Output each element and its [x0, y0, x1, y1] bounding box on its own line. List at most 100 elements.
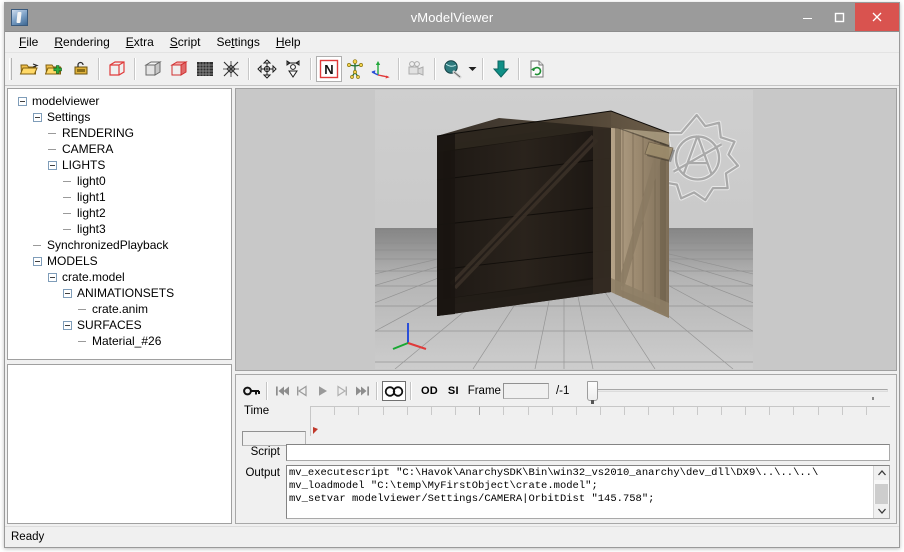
wireframe-overlay-button[interactable] — [218, 56, 244, 82]
output-scrollbar[interactable] — [873, 466, 889, 518]
3d-viewport[interactable] — [375, 90, 753, 369]
properties-panel[interactable] — [7, 364, 232, 524]
tree-collapse-toggle[interactable] — [48, 161, 57, 170]
timeline-tick — [479, 407, 503, 415]
scroll-thumb[interactable] — [875, 484, 888, 504]
tree-collapse-toggle[interactable] — [18, 97, 27, 106]
chevron-up-icon — [878, 470, 886, 476]
crate-model — [437, 111, 675, 318]
tree-collapse-toggle[interactable] — [63, 321, 72, 330]
timeline-tick — [358, 407, 382, 415]
green-down-arrow-icon — [491, 59, 511, 79]
toolbar-grip[interactable] — [9, 58, 12, 80]
menu-file[interactable]: File — [11, 33, 46, 51]
tree-node-label: light1 — [75, 189, 108, 205]
next-frame-button[interactable] — [332, 381, 352, 401]
timeline-slider[interactable] — [583, 380, 890, 402]
window-title: vModelViewer — [5, 10, 899, 25]
maximize-button[interactable] — [823, 3, 855, 31]
menu-settings[interactable]: Settings — [208, 33, 267, 51]
scene-tree-panel: modelviewerSettingsRENDERINGCAMERALIGHTS… — [7, 88, 232, 360]
tree-node-light2[interactable]: light2 — [12, 205, 231, 221]
si-button[interactable]: SI — [443, 385, 464, 397]
timeline-tick — [818, 407, 842, 415]
tree-node-crate-anim[interactable]: crate.anim — [12, 301, 231, 317]
skeleton-toggle-button[interactable] — [342, 56, 368, 82]
tree-node-label: RENDERING — [60, 125, 136, 141]
tree-node-rendering[interactable]: RENDERING — [12, 125, 231, 141]
tree-node-camera[interactable]: CAMERA — [12, 141, 231, 157]
tree-collapse-toggle[interactable] — [33, 257, 42, 266]
skip-forward-icon — [355, 385, 370, 397]
move-tool-button[interactable] — [254, 56, 280, 82]
timeline-ruler[interactable] — [310, 406, 890, 436]
shader-dropdown-caret[interactable] — [466, 56, 478, 82]
timeline-tick — [793, 407, 817, 415]
timeline-tick — [842, 407, 866, 415]
tree-node-lights[interactable]: LIGHTS — [12, 157, 231, 173]
toolbar-separator-7 — [482, 58, 484, 80]
tree-node-crate-model[interactable]: crate.model — [12, 269, 231, 285]
tree-collapse-toggle[interactable] — [63, 289, 72, 298]
menu-script-post: cript — [178, 35, 201, 49]
tree-node-light0[interactable]: light0 — [12, 173, 231, 189]
tree-node-animationsets[interactable]: ANIMATIONSETS — [12, 285, 231, 301]
grid-toggle-button[interactable] — [192, 56, 218, 82]
tree-node-models[interactable]: MODELS — [12, 253, 231, 269]
frame-input[interactable] — [503, 383, 549, 399]
close-button[interactable] — [855, 3, 899, 31]
scene-tree[interactable]: modelviewerSettingsRENDERINGCAMERALIGHTS… — [12, 93, 231, 349]
timeline-tick — [407, 407, 431, 415]
loop-button[interactable] — [382, 381, 406, 401]
save-file-button[interactable] — [68, 56, 94, 82]
scroll-track[interactable] — [874, 480, 889, 504]
solid-cube-button[interactable] — [140, 56, 166, 82]
output-row: Output mv_executescript "C:\Havok\Anarch… — [242, 465, 890, 519]
menu-extra[interactable]: Extra — [118, 33, 162, 51]
last-frame-button[interactable] — [352, 381, 372, 401]
tree-node-light3[interactable]: light3 — [12, 221, 231, 237]
tree-node-modelviewer[interactable]: modelviewer — [12, 93, 231, 109]
camera-button[interactable] — [404, 56, 430, 82]
shaded-cube-button[interactable] — [166, 56, 192, 82]
export-button[interactable] — [488, 56, 514, 82]
minimize-button[interactable] — [791, 3, 823, 31]
timeline-slider-track[interactable] — [597, 389, 888, 392]
playback-control-panel: OD SI Frame /-1 — [235, 374, 897, 524]
play-button[interactable] — [312, 381, 332, 401]
menu-file-post: ile — [26, 35, 38, 49]
script-input[interactable] — [286, 444, 890, 461]
tree-node-light1[interactable]: light1 — [12, 189, 231, 205]
tree-node-label: crate.anim — [90, 301, 150, 317]
time-row: Time — [242, 405, 890, 439]
reload-button[interactable] — [524, 56, 550, 82]
open-file-button[interactable] — [16, 56, 42, 82]
key-button[interactable] — [242, 381, 262, 401]
menu-script[interactable]: Script — [162, 33, 209, 51]
output-box[interactable]: mv_executescript "C:\Havok\AnarchySDK\Bi… — [286, 465, 890, 519]
tree-node-material-26[interactable]: Material_#26 — [12, 333, 231, 349]
red-cube-icon — [169, 59, 189, 79]
scroll-up-button[interactable] — [874, 466, 889, 480]
step-back-icon — [295, 385, 309, 397]
tree-node-surfaces[interactable]: SURFACES — [12, 317, 231, 333]
scroll-down-button[interactable] — [874, 504, 889, 518]
normals-toggle-button[interactable]: N — [316, 56, 342, 82]
prev-frame-button[interactable] — [292, 381, 312, 401]
tree-node-synchronizedplayback[interactable]: SynchronizedPlayback — [12, 237, 231, 253]
gray-cube-icon — [143, 59, 163, 79]
timeline-slider-thumb[interactable] — [587, 381, 598, 401]
first-frame-button[interactable] — [272, 381, 292, 401]
tree-node-settings[interactable]: Settings — [12, 109, 231, 125]
od-button[interactable]: OD — [416, 385, 443, 397]
tree-collapse-toggle[interactable] — [33, 113, 42, 122]
menu-help[interactable]: Help — [268, 33, 309, 51]
tree-collapse-toggle[interactable] — [48, 273, 57, 282]
rotate-tool-button[interactable] — [280, 56, 306, 82]
add-file-button[interactable] — [42, 56, 68, 82]
menu-rendering[interactable]: Rendering — [46, 33, 117, 51]
wireframe-cube-button[interactable] — [104, 56, 130, 82]
axis-display-button[interactable] — [368, 56, 394, 82]
timeline-playhead[interactable] — [313, 427, 318, 434]
shader-button[interactable] — [440, 56, 466, 82]
